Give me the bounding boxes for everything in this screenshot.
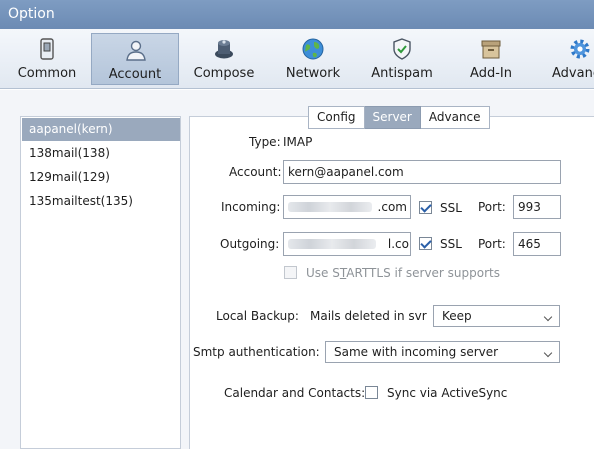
toolbar-advance-button[interactable]: Advance [536, 33, 594, 85]
toolbar-account-label: Account [108, 67, 162, 82]
toolbar-addin-button[interactable]: Add-In [447, 33, 535, 85]
type-label: Type: [249, 135, 281, 149]
incoming-label: Incoming: [221, 200, 281, 214]
outgoing-port-label: Port: [478, 237, 506, 251]
toolbar-network-label: Network [285, 66, 341, 81]
activesync-label: Sync via ActiveSync [387, 386, 508, 400]
box-icon [481, 40, 501, 59]
incoming-port-label: Port: [478, 200, 506, 214]
toolbar: Common Account Compose Network Antispam … [0, 29, 594, 89]
toolbar-advance-label: Advance [552, 66, 594, 81]
outgoing-label: Outgoing: [220, 237, 280, 251]
tab-advance[interactable]: Advance [420, 106, 490, 129]
outgoing-ssl-label: SSL [440, 237, 462, 251]
backup-select[interactable]: Keep [433, 305, 560, 327]
outgoing-ssl-checkbox[interactable] [419, 237, 432, 250]
tab-server[interactable]: Server [364, 106, 421, 129]
chevron-down-icon [543, 312, 553, 322]
incoming-ssl-checkbox[interactable] [419, 201, 432, 214]
tab-config[interactable]: Config [308, 106, 365, 129]
mails-deleted-label: Mails deleted in svr [310, 309, 427, 323]
calendar-contacts-label: Calendar and Contacts: [224, 386, 366, 400]
toolbar-account-button[interactable]: Account [91, 33, 179, 85]
user-icon [126, 40, 146, 61]
incoming-ssl-label: SSL [440, 201, 462, 215]
starttls-label: Use STARTTLS if server supports [306, 266, 501, 280]
shield-icon [393, 38, 411, 60]
incoming-server-value: .com [377, 200, 407, 214]
toolbar-antispam-label: Antispam [371, 66, 433, 81]
local-backup-label: Local Backup: [216, 309, 299, 323]
toolbar-addin-label: Add-In [470, 66, 512, 81]
redacted-blur [288, 239, 376, 249]
toolbar-compose-label: Compose [193, 66, 255, 81]
smtp-auth-label: Smtp authentication: [193, 345, 320, 359]
type-value: IMAP [283, 135, 313, 149]
toolbar-antispam-button[interactable]: Antispam [358, 33, 446, 85]
backup-select-value: Keep [442, 309, 472, 323]
outgoing-server-value: l.co [387, 237, 409, 251]
chevron-down-icon [543, 348, 553, 358]
globe-icon [302, 38, 324, 60]
account-field[interactable]: kern@aapanel.com [283, 160, 561, 184]
toolbar-network-button[interactable]: Network [269, 33, 357, 85]
outgoing-port-field[interactable]: 465 [513, 232, 561, 256]
activesync-checkbox[interactable] [365, 386, 378, 399]
toolbar-common-label: Common [17, 66, 77, 81]
account-item[interactable]: aapanel(kern) [22, 118, 180, 141]
account-item[interactable]: 138mail(138) [22, 142, 180, 165]
account-item[interactable]: 135mailtest(135) [22, 190, 180, 213]
account-label: Account: [229, 165, 282, 179]
compose-icon [215, 40, 233, 59]
outgoing-server-field[interactable]: l.co [283, 232, 411, 256]
incoming-port-field[interactable]: 993 [513, 195, 561, 219]
phone-icon [40, 38, 54, 60]
window-title: Option [0, 0, 594, 29]
gear-icon [570, 39, 590, 59]
smtp-auth-select-value: Same with incoming server [334, 345, 499, 359]
incoming-server-field[interactable]: .com [283, 195, 411, 219]
toolbar-common-button[interactable]: Common [3, 33, 91, 85]
smtp-auth-select[interactable]: Same with incoming server [325, 341, 560, 363]
redacted-blur [288, 202, 372, 212]
starttls-checkbox[interactable] [284, 266, 297, 279]
account-list[interactable]: aapanel(kern) 138mail(138) 129mail(129) … [20, 116, 181, 449]
account-item[interactable]: 129mail(129) [22, 166, 180, 189]
settings-tabs: Config Server Advance [308, 106, 490, 129]
toolbar-compose-button[interactable]: Compose [180, 33, 268, 85]
